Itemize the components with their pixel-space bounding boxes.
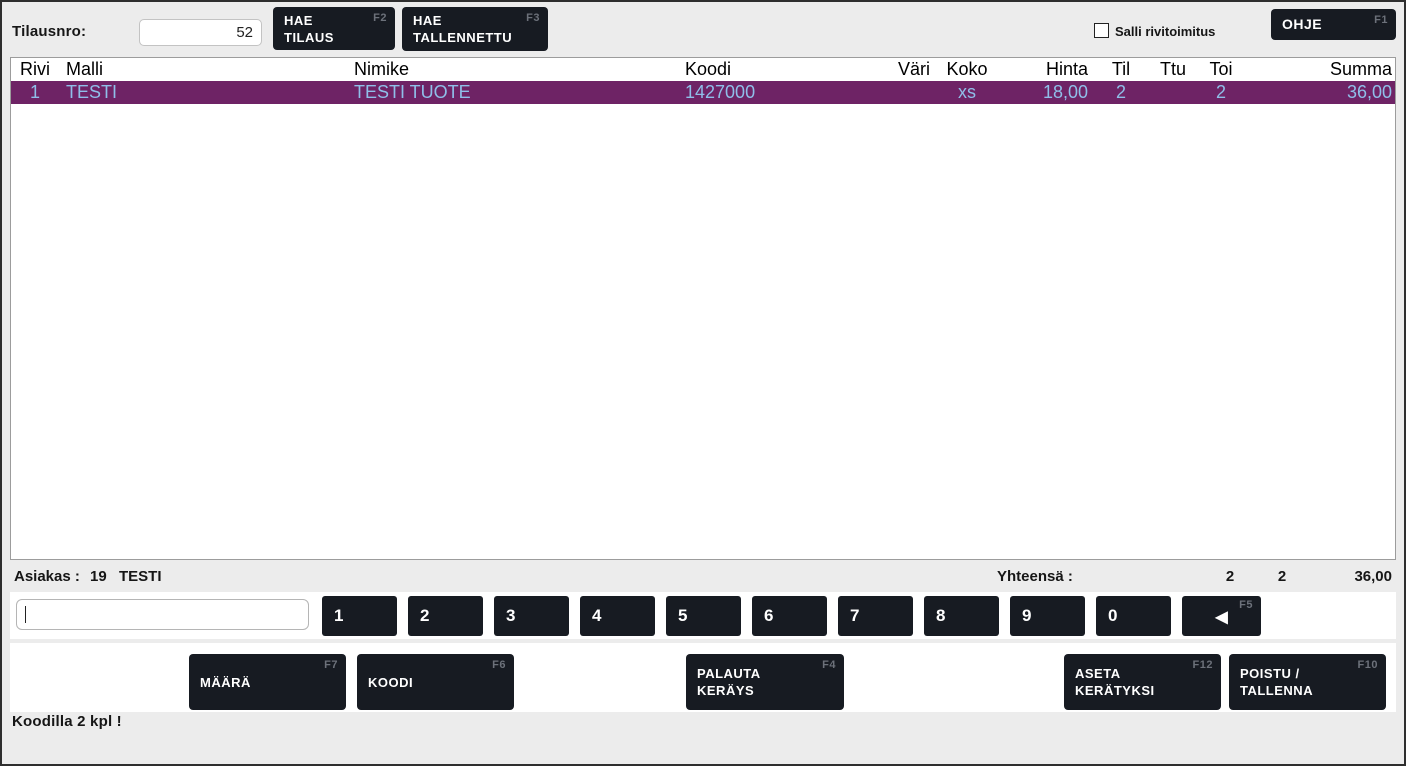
cell-nimike: TESTI TUOTE [347, 81, 678, 104]
status-message: Koodilla 2 kpl ! [12, 713, 122, 730]
fetch-saved-button[interactable]: HAE TALLENNETTU F3 [402, 7, 548, 51]
app-window: Tilausnro: HAE TILAUS F2 HAE TALLENNETTU… [0, 0, 1406, 766]
cell-rivi: 1 [11, 81, 59, 104]
keypad-panel: 1 2 3 4 5 6 7 8 9 0 ◀ F5 [10, 592, 1396, 639]
column-header-hinta: Hinta [1000, 58, 1092, 81]
fetch-order-fkey-hint: F2 [373, 10, 387, 27]
cell-koko: xs [934, 81, 1000, 104]
exit-save-fkey-hint: F10 [1358, 657, 1378, 674]
column-header-vari: Väri [868, 58, 934, 81]
quantity-button[interactable]: MÄÄRÄ F7 [189, 654, 346, 710]
column-header-koko: Koko [934, 58, 1000, 81]
code-label: KOODI [368, 674, 413, 691]
exit-save-button[interactable]: POISTU / TALLENNA F10 [1229, 654, 1386, 710]
cell-ttu [1150, 81, 1196, 104]
code-fkey-hint: F6 [492, 657, 506, 674]
column-header-til: Til [1092, 58, 1150, 81]
quantity-fkey-hint: F7 [324, 657, 338, 674]
keypad-key-5[interactable]: 5 [666, 596, 741, 636]
order-number-label: Tilausnro: [12, 23, 86, 40]
backspace-icon: ◀ [1215, 609, 1227, 626]
cell-toi: 2 [1196, 81, 1246, 104]
table-row-selected[interactable]: 1 TESTI TESTI TUOTE 1427000 xs 18,00 2 2… [11, 81, 1395, 104]
total-toi-value: 2 [1268, 568, 1296, 585]
fetch-order-label: HAE TILAUS [284, 12, 361, 46]
allow-line-delivery-label: Salli rivitoimitus [1115, 24, 1215, 39]
cell-summa: 36,00 [1246, 81, 1395, 104]
cell-vari [868, 81, 934, 104]
allow-line-delivery-checkbox[interactable] [1094, 23, 1109, 38]
set-picked-button[interactable]: ASETA KERÄTYKSI F12 [1064, 654, 1221, 710]
text-caret [25, 606, 26, 623]
column-header-koodi: Koodi [678, 58, 868, 81]
customer-id: 19 [90, 568, 107, 585]
cell-malli: TESTI [59, 81, 347, 104]
cell-hinta: 18,00 [1000, 81, 1092, 104]
table-header-row: Rivi Malli Nimike Koodi Väri Koko Hinta … [11, 58, 1395, 81]
column-header-malli: Malli [59, 58, 347, 81]
quantity-label: MÄÄRÄ [200, 674, 251, 691]
column-header-rivi: Rivi [11, 58, 59, 81]
return-picking-label: PALAUTA KERÄYS [697, 665, 761, 699]
fetch-saved-fkey-hint: F3 [526, 10, 540, 27]
cell-koodi: 1427000 [678, 81, 868, 104]
backspace-button[interactable]: ◀ F5 [1182, 596, 1261, 636]
set-picked-fkey-hint: F12 [1193, 657, 1213, 674]
order-lines-table: Rivi Malli Nimike Koodi Väri Koko Hinta … [10, 57, 1396, 560]
column-header-nimike: Nimike [347, 58, 678, 81]
keypad-key-4[interactable]: 4 [580, 596, 655, 636]
actions-panel: MÄÄRÄ F7 KOODI F6 PALAUTA KERÄYS F4 ASET… [10, 643, 1396, 712]
keypad-key-9[interactable]: 9 [1010, 596, 1085, 636]
keypad-key-1[interactable]: 1 [322, 596, 397, 636]
exit-save-label: POISTU / TALLENNA [1240, 665, 1313, 699]
help-label: OHJE [1282, 16, 1322, 33]
order-number-input[interactable] [139, 19, 262, 46]
customer-name: TESTI [119, 568, 162, 585]
code-button[interactable]: KOODI F6 [357, 654, 514, 710]
total-label: Yhteensä : [997, 568, 1073, 585]
backspace-fkey-hint: F5 [1239, 599, 1253, 611]
fetch-order-button[interactable]: HAE TILAUS F2 [273, 7, 395, 50]
keypad-key-3[interactable]: 3 [494, 596, 569, 636]
keypad-key-7[interactable]: 7 [838, 596, 913, 636]
return-picking-button[interactable]: PALAUTA KERÄYS F4 [686, 654, 844, 710]
cell-til: 2 [1092, 81, 1150, 104]
help-fkey-hint: F1 [1374, 12, 1388, 29]
keypad-key-8[interactable]: 8 [924, 596, 999, 636]
column-header-summa: Summa [1246, 58, 1395, 81]
keypad-key-0[interactable]: 0 [1096, 596, 1171, 636]
customer-label: Asiakas : [14, 568, 80, 585]
code-entry-input[interactable] [16, 599, 309, 630]
keypad-key-6[interactable]: 6 [752, 596, 827, 636]
keypad-key-2[interactable]: 2 [408, 596, 483, 636]
set-picked-label: ASETA KERÄTYKSI [1075, 665, 1155, 699]
total-til-value: 2 [1216, 568, 1244, 585]
column-header-toi: Toi [1196, 58, 1246, 81]
column-header-ttu: Ttu [1150, 58, 1196, 81]
fetch-saved-label: HAE TALLENNETTU [413, 12, 512, 46]
total-sum-value: 36,00 [1312, 568, 1392, 585]
help-button[interactable]: OHJE F1 [1271, 9, 1396, 40]
return-picking-fkey-hint: F4 [822, 657, 836, 674]
